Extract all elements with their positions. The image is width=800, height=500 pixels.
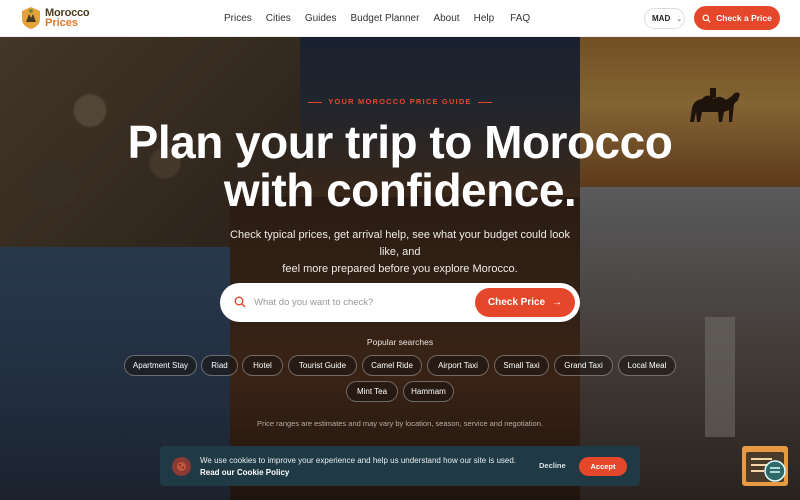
hero-subtitle: Check typical prices, get arrival help, … bbox=[220, 227, 580, 278]
accept-button[interactable]: Accept bbox=[579, 457, 627, 476]
chip-camel-ride[interactable]: Camel Ride bbox=[362, 355, 422, 376]
chip-small-taxi[interactable]: Small Taxi bbox=[494, 355, 549, 376]
hero-subtitle-line1: Check typical prices, get arrival help, … bbox=[230, 229, 570, 258]
chevron-down-icon: ⌄ bbox=[676, 15, 683, 23]
nav-budget-planner[interactable]: Budget Planner bbox=[351, 13, 420, 24]
cookie-banner: We use cookies to improve your experienc… bbox=[160, 446, 640, 486]
logo[interactable]: Morocco Prices bbox=[20, 6, 90, 30]
arrow-right-icon: → bbox=[552, 297, 563, 308]
hero-title: Plan your trip to Morocco with confidenc… bbox=[0, 118, 800, 214]
chip-tourist-guide[interactable]: Tourist Guide bbox=[288, 355, 357, 376]
check-price-header-label: Check a Price bbox=[716, 13, 772, 23]
popular-searches-label: Popular searches bbox=[366, 337, 434, 347]
hero-eyebrow: YOUR MOROCCO PRICE GUIDE bbox=[0, 97, 800, 106]
cookie-message: We use cookies to improve your experienc… bbox=[200, 455, 520, 479]
nav-guides[interactable]: Guides bbox=[305, 13, 337, 24]
chip-grand-taxi[interactable]: Grand Taxi bbox=[554, 355, 613, 376]
cookie-policy-link[interactable]: Read our Cookie Policy bbox=[200, 468, 289, 477]
check-price-label: Check Price bbox=[487, 297, 546, 308]
main-nav: Prices Cities Guides Budget Planner Abou… bbox=[224, 0, 530, 37]
chip-mint-tea[interactable]: Mint Tea bbox=[346, 381, 398, 402]
nav-cities[interactable]: Cities bbox=[266, 13, 291, 24]
chip-riad[interactable]: Riad bbox=[201, 355, 238, 376]
hero-title-line2: with confidence. bbox=[223, 164, 577, 216]
nav-prices[interactable]: Prices bbox=[224, 13, 252, 24]
hero-title-line1: Plan your trip to Morocco bbox=[127, 116, 673, 168]
hero-subtitle-line2: feel more prepared before you explore Mo… bbox=[282, 263, 518, 275]
site-header: Morocco Prices Prices Cities Guides Budg… bbox=[0, 0, 800, 37]
logo-icon bbox=[20, 6, 42, 30]
search-icon bbox=[234, 296, 246, 308]
currency-value: MAD bbox=[652, 14, 671, 23]
search-icon bbox=[702, 13, 711, 23]
decline-button[interactable]: Decline bbox=[539, 461, 566, 470]
chip-hotel[interactable]: Hotel bbox=[242, 355, 283, 376]
chip-hammam[interactable]: Hammam bbox=[403, 381, 454, 402]
cookie-icon bbox=[172, 457, 191, 476]
nav-help[interactable]: Help bbox=[474, 13, 495, 24]
check-price-header-button[interactable]: Check a Price bbox=[694, 6, 780, 30]
widget-icon[interactable] bbox=[742, 446, 788, 486]
chip-apartment-stay[interactable]: Apartment Stay bbox=[124, 355, 197, 376]
price-disclaimer: Price ranges are estimates and may vary … bbox=[257, 419, 543, 428]
currency-selector[interactable]: MAD ⌄ bbox=[644, 8, 685, 29]
search-input[interactable] bbox=[254, 294, 454, 311]
cookie-text: We use cookies to improve your experienc… bbox=[200, 456, 517, 465]
chip-local-meal[interactable]: Local Meal bbox=[618, 355, 676, 376]
search-bar: Check Price → bbox=[220, 283, 580, 322]
chip-airport-taxi[interactable]: Airport Taxi bbox=[427, 355, 489, 376]
nav-about[interactable]: About bbox=[433, 13, 459, 24]
brand-subname: Prices bbox=[45, 17, 79, 29]
check-price-button[interactable]: Check Price → bbox=[475, 288, 575, 317]
nav-faq[interactable]: FAQ bbox=[510, 13, 530, 24]
